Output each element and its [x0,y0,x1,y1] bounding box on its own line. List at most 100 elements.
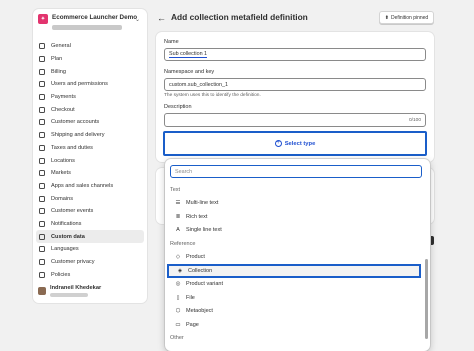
sidebar-item-label: Customer privacy [51,259,95,266]
type-option[interactable]: ◈ Collection [167,264,421,278]
type-option[interactable]: ☰ Multi-line text [165,197,423,211]
avatar [38,287,46,295]
file-icon: ▯ [176,294,180,301]
name-label: Name [164,39,179,45]
nav-icon [39,56,45,63]
type-option[interactable]: ⬡ Metaobject [165,305,423,319]
nav-icon [39,132,45,139]
sidebar-item-label: Locations [51,157,75,164]
nav-icon [39,246,45,253]
namespace-label: Namespace and key [164,69,215,75]
type-option[interactable]: ▯ File [165,291,423,305]
sidebar-item[interactable]: Taxes and duties [36,142,144,155]
sidebar-item[interactable]: Locations [36,154,144,167]
sidebar-item[interactable]: Policies [36,268,144,281]
type-option[interactable]: ◇ Product [165,251,423,265]
settings-sidebar: ✦ Ecommerce Launcher Demo ⌄ General Plan B… [33,9,147,303]
select-type-button[interactable]: + Select type [163,131,427,156]
type-option[interactable]: ▭ Page [165,318,423,332]
sidebar-item[interactable]: Custom data [36,230,144,243]
type-option-label: Collection [188,267,213,274]
name-value: Sub collection 1 [169,51,208,58]
type-picker-popover: Search Text ☰ Multi-line text ≣ Rich text A Si… [165,159,430,351]
sidebar-item-label: Customer accounts [51,119,100,126]
sidebar-item[interactable]: Shipping and delivery [36,129,144,142]
sidebar-item[interactable]: General [36,40,144,53]
type-option-label: File [186,294,195,301]
description-counter: 0/100 [408,118,421,123]
type-option-label: Rich text [186,213,208,220]
nav-icon [39,144,45,151]
type-option[interactable]: ◎ Product variant [165,278,423,292]
definition-pinned-label: Definition pinned [390,14,429,21]
name-input[interactable]: Sub collection 1 [164,48,426,61]
description-label: Description [164,104,192,110]
sidebar-item-label: Users and permissions [51,81,108,88]
multiline-icon: ☰ [175,200,181,207]
collection-icon: ◈ [177,267,183,274]
nav-icon [39,68,45,75]
nav-icon [39,94,45,101]
option-group-heading: Other [170,335,184,342]
sidebar-item[interactable]: Markets [36,167,144,180]
user-email-redacted [50,293,88,297]
type-search-input[interactable]: Search [170,165,422,178]
sidebar-item[interactable]: Languages [36,243,144,256]
option-group-heading: Text [170,186,181,193]
user-profile[interactable]: Indraneil Khedekar [38,285,101,297]
definition-pinned-button[interactable]: ⬍ Definition pinned [379,11,434,24]
description-input[interactable]: 0/100 [164,113,426,127]
sidebar-item[interactable]: Plan [36,53,144,66]
nav-icon [39,106,45,113]
sidebar-item[interactable]: Customer events [36,205,144,218]
sidebar-item-label: Markets [51,170,71,177]
sidebar-item[interactable]: Users and permissions [36,78,144,91]
type-option[interactable]: ≣ Rich text [165,210,423,224]
sidebar-item[interactable]: Apps and sales channels [36,180,144,193]
namespace-help-text: The system uses this to identify the def… [164,93,261,98]
select-type-label: Select type [284,140,316,147]
nav-icon [39,271,45,278]
nav-icon [39,195,45,202]
scrollbar[interactable] [425,259,428,339]
sidebar-item-label: Customer events [51,208,94,215]
page-icon: ▭ [175,321,181,328]
store-url-redacted [52,25,122,30]
sidebar-item-label: Domains [51,195,74,202]
store-switcher[interactable]: ✦ Ecommerce Launcher Demo ⌄ [38,14,142,36]
nav-icon [39,233,45,240]
nav-icon [39,81,45,88]
sidebar-item-label: Policies [51,271,71,278]
sidebar-item-label: Apps and sales channels [51,182,114,189]
plus-circle-icon: + [274,140,282,147]
metaobject-icon: ⬡ [175,308,181,315]
sidebar-item-label: Payments [51,94,76,101]
sidebar-item-label: Notifications [51,220,82,227]
sidebar-item-label: Custom data [51,233,85,240]
nav-icon [39,119,45,126]
back-arrow-icon[interactable]: ← [156,12,167,23]
namespace-input[interactable]: custom.sub_collection_1 [164,78,426,91]
text-icon: A [176,227,180,234]
type-option-label: Product [186,254,205,261]
sidebar-item[interactable]: Billing [36,65,144,78]
sidebar-item[interactable]: Checkout [36,103,144,116]
user-name: Indraneil Khedekar [50,285,102,291]
nav-icon [39,43,45,50]
store-logo: ✦ [38,14,48,24]
store-name: Ecommerce Launcher Demo [52,14,138,21]
sidebar-item[interactable]: Domains [36,192,144,205]
sidebar-item[interactable]: Payments [36,91,144,104]
type-options-list: Text ☰ Multi-line text ≣ Rich text A Single li… [165,183,423,345]
nav-icon [39,220,45,227]
sidebar-item-label: Billing [51,68,66,75]
variant-icon: ◎ [175,281,181,288]
sidebar-item[interactable]: Customer privacy [36,256,144,269]
sidebar-item[interactable]: Customer accounts [36,116,144,129]
sidebar-item[interactable]: Notifications [36,218,144,231]
type-option[interactable]: A Single line text [165,224,423,238]
chevron-down-icon: ⌄ [134,17,140,23]
nav-icon [39,157,45,164]
type-option-label: Page [186,321,199,328]
search-placeholder: Search [175,168,193,175]
